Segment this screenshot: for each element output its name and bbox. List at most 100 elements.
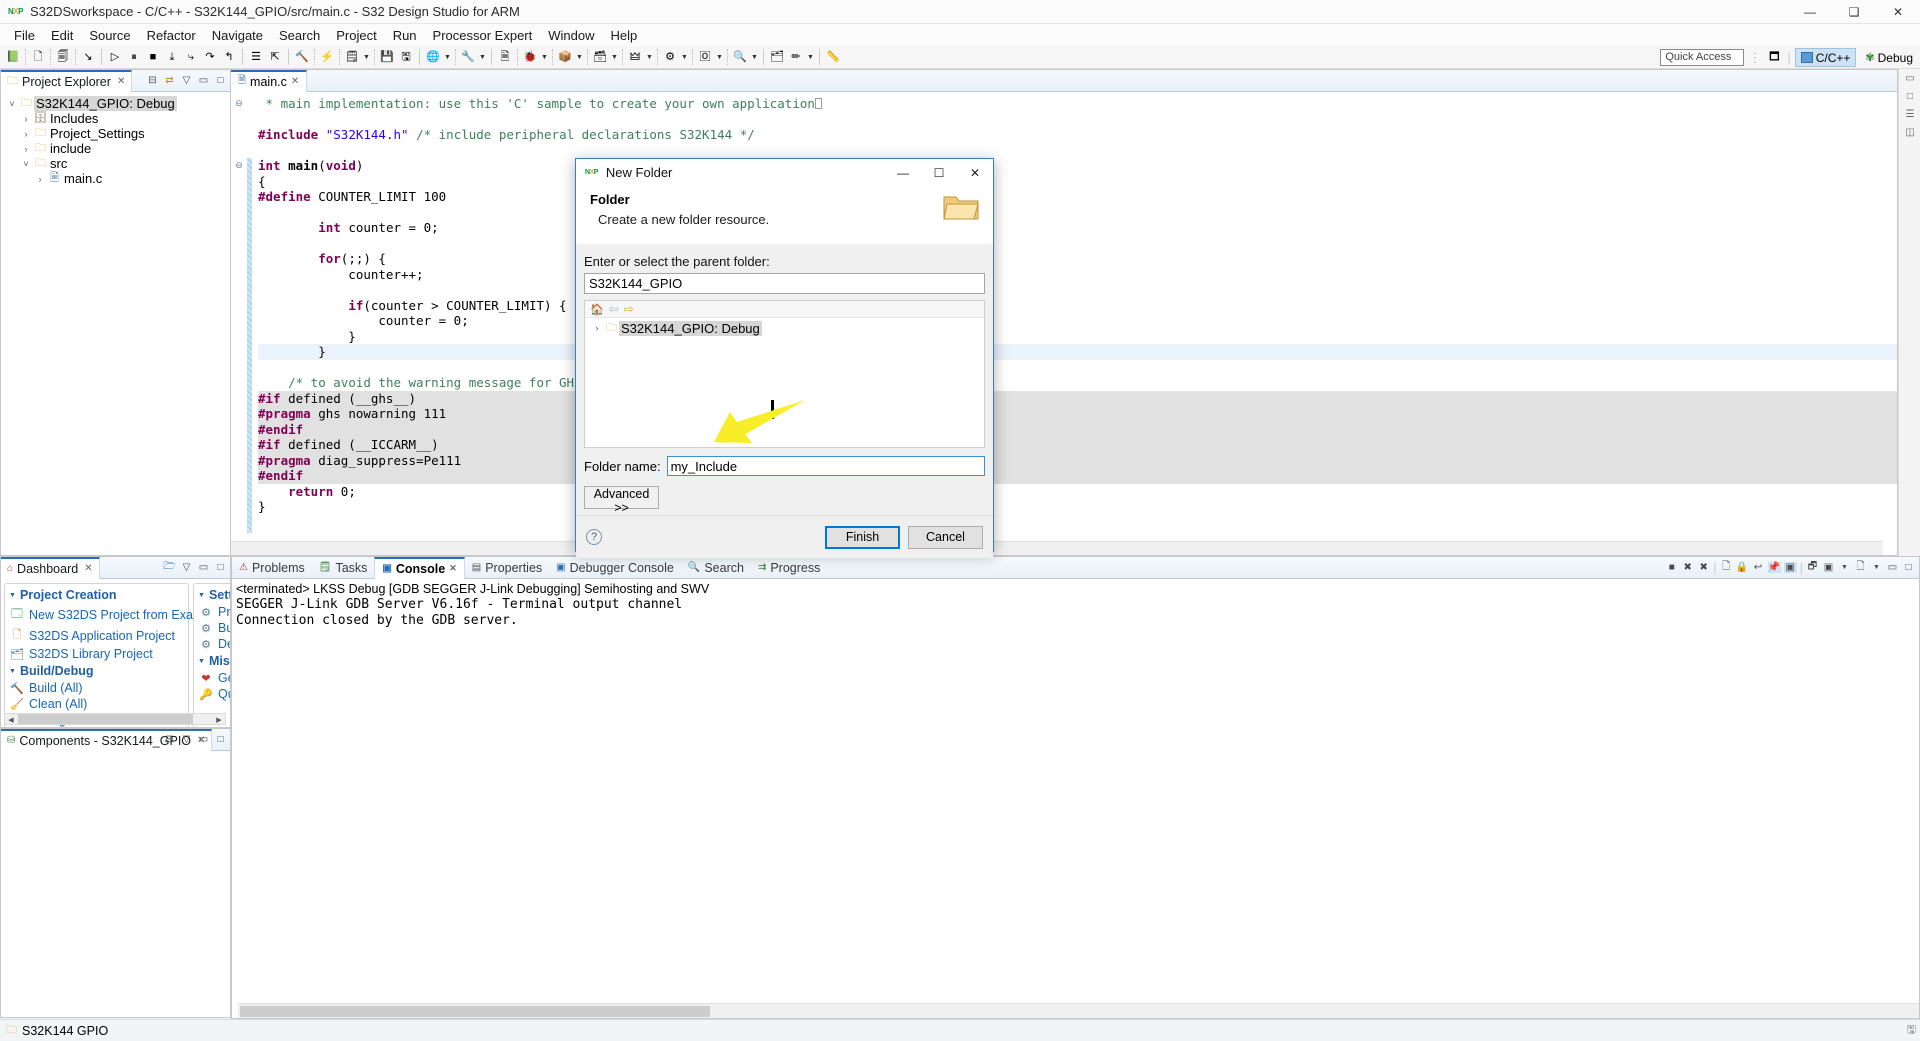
tab-dashboard[interactable]: ⌂ Dashboard ✕	[1, 556, 100, 579]
forward-arrow-icon[interactable]: ⇨	[624, 302, 634, 316]
display-selected-console-icon[interactable]: ▣	[1822, 562, 1835, 573]
git-icon[interactable]: 🜲	[626, 48, 644, 66]
tree-node-include[interactable]: › 🗀 include	[5, 141, 230, 156]
collapse-all-icon[interactable]: ⊟	[163, 734, 176, 745]
chevron-right-icon[interactable]: ›	[33, 174, 47, 184]
new-file-icon[interactable]: 🗋	[29, 48, 47, 66]
build-icon[interactable]: 🔨	[293, 48, 311, 66]
menu-navigate[interactable]: Navigate	[204, 26, 271, 45]
show-console-icon[interactable]: ▣	[1783, 562, 1797, 573]
close-icon[interactable]: ✕	[117, 76, 125, 87]
tab-progress[interactable]: ⇉ Progress	[751, 557, 827, 579]
link-s32ds-application-project[interactable]: 🗋 S32DS Application Project	[5, 625, 188, 646]
chevron-down-icon[interactable]: ▼	[198, 658, 205, 665]
scroll-right-icon[interactable]: ▶	[213, 714, 225, 726]
maximize-view-icon[interactable]: □	[214, 734, 227, 745]
link-with-editor-icon[interactable]: ⇄	[163, 75, 176, 86]
menu-project[interactable]: Project	[328, 26, 384, 45]
close-button[interactable]: ✕	[1876, 0, 1920, 24]
dialog-maximize-button[interactable]: ☐	[921, 159, 957, 186]
dashboard-group-misc[interactable]: ▼ Misce	[194, 652, 230, 670]
dashboard-group-build-debug[interactable]: ▼ Build/Debug	[5, 662, 188, 680]
link-debug-settings[interactable]: ⚙ Debu	[194, 636, 230, 652]
word-wrap-icon[interactable]: ↩	[1752, 562, 1765, 573]
minimize-view-icon[interactable]: ▭	[197, 75, 210, 86]
outline-view-icon[interactable]: ☰	[1899, 105, 1920, 123]
view-menu-icon[interactable]: ▽	[180, 75, 193, 86]
resume-icon[interactable]: ▷	[106, 48, 124, 66]
menu-edit[interactable]: Edit	[43, 26, 81, 45]
new-wizard-icon[interactable]: 🗒	[343, 48, 361, 66]
home-icon[interactable]: 🏠	[590, 303, 604, 316]
finish-button[interactable]: Finish	[825, 525, 900, 549]
external-tools-icon[interactable]: 🗃	[591, 48, 609, 66]
chevron-right-icon[interactable]: ›	[19, 129, 33, 139]
debug-config-icon[interactable]: 🐞	[521, 48, 539, 66]
variables-view-icon[interactable]: ◫	[1899, 123, 1920, 141]
search-file-icon[interactable]: 🗎	[496, 48, 514, 66]
step-into-icon[interactable]: ⤷	[182, 48, 200, 66]
chevron-down-icon[interactable]: ▼	[1870, 564, 1883, 571]
advanced-button[interactable]: Advanced >>	[584, 486, 659, 515]
maximize-strip-icon[interactable]: □	[1899, 87, 1920, 105]
minimize-strip-icon[interactable]: ▭	[1899, 69, 1920, 87]
toggle-mark-icon[interactable]: 🗂	[768, 48, 786, 66]
menu-refactor[interactable]: Refactor	[139, 26, 204, 45]
dashboard-horizontal-scrollbar[interactable]: ◀ ▶	[4, 713, 226, 725]
tab-tasks[interactable]: 🗒 Tasks	[312, 557, 375, 579]
debug-chevron-down-icon[interactable]: ▼	[540, 54, 549, 61]
pe-chevron-down-icon[interactable]: ▼	[680, 54, 689, 61]
run-chevron-down-icon[interactable]: ▼	[575, 54, 584, 61]
scroll-left-icon[interactable]: ◀	[5, 714, 17, 726]
parent-folder-input[interactable]	[584, 273, 985, 294]
step-over-icon[interactable]: ↷	[201, 48, 219, 66]
chevron-down-icon[interactable]: ▼	[1838, 564, 1851, 571]
minimize-view-icon[interactable]: ▭	[197, 562, 210, 573]
chevron-right-icon[interactable]: ›	[590, 323, 604, 333]
step-return-icon[interactable]: ↰	[220, 48, 238, 66]
instruction-stepping-icon[interactable]: ☰	[247, 48, 265, 66]
maximize-view-icon[interactable]: □	[1902, 562, 1915, 573]
disconnect-icon[interactable]: ⤓	[163, 48, 181, 66]
collapse-all-icon[interactable]: ⊟	[146, 75, 159, 86]
pointer-icon[interactable]: ↘	[79, 48, 97, 66]
dialog-minimize-button[interactable]: —	[885, 159, 921, 186]
quick-run-icon[interactable]: ⚡	[318, 48, 336, 66]
quick-access-input[interactable]: Quick Access	[1660, 49, 1745, 66]
fold-marker-main[interactable]: ⊖	[231, 158, 247, 174]
open-perspective-button[interactable]: 🗖	[1765, 49, 1783, 67]
chevron-down-icon[interactable]: ▼	[198, 592, 205, 599]
save-all-icon[interactable]: 🖫	[397, 48, 415, 66]
open-resource-icon[interactable]: 🔍	[731, 48, 749, 66]
dialog-close-button[interactable]: ✕	[957, 159, 993, 186]
link-getting-started[interactable]: ❤ Getti	[194, 670, 230, 686]
open-type-icon[interactable]: 🄾	[696, 48, 714, 66]
minimize-button[interactable]: —	[1788, 0, 1832, 24]
view-menu-icon[interactable]: ▽	[180, 734, 193, 745]
link-clean-all[interactable]: 🧹 Clean (All)	[5, 696, 188, 712]
menu-window[interactable]: Window	[540, 26, 602, 45]
tree-node-src[interactable]: ˅ 🗀 src	[5, 156, 230, 171]
tree-node-includes[interactable]: › 🗄 Includes	[5, 111, 230, 126]
dashboard-group-settings[interactable]: ▼ Settin	[194, 586, 230, 604]
menu-source[interactable]: Source	[81, 26, 138, 45]
open-perspective-icon[interactable]: 🌐	[424, 48, 442, 66]
perspective-ccpp[interactable]: C/C++	[1794, 48, 1857, 67]
tab-search[interactable]: 🔍 Search	[681, 557, 751, 579]
tab-properties[interactable]: ▤ Properties	[465, 557, 549, 579]
folder-tree-box[interactable]: 🏠 ⇦ ⇨ › 🗀 S32K144_GPIO: Debug	[584, 300, 985, 448]
link-s32ds-library-project[interactable]: 🗂 S32DS Library Project	[5, 646, 188, 662]
tab-debugger-console[interactable]: ▣ Debugger Console	[549, 557, 681, 579]
tree-node-project[interactable]: ˅ 🗀 S32K144_GPIO: Debug	[5, 96, 230, 111]
chevron-down-icon[interactable]: ▼	[9, 592, 16, 599]
console-horizontal-scrollbar[interactable]	[238, 1003, 1919, 1018]
menu-search[interactable]: Search	[271, 26, 328, 45]
new-wizard-chevron-down-icon[interactable]: ▼	[362, 54, 371, 61]
chevron-down-icon[interactable]: ˅	[5, 99, 19, 109]
back-arrow-icon[interactable]: ⇦	[609, 302, 619, 316]
folder-tree-row[interactable]: › 🗀 S32K144_GPIO: Debug	[585, 320, 984, 336]
help-icon[interactable]: ?	[586, 529, 602, 545]
link-quick-start[interactable]: 🔑 Quic	[194, 686, 230, 702]
terminate-icon[interactable]: ■	[144, 48, 162, 66]
new-console-view-icon[interactable]: 🗋	[1854, 559, 1867, 576]
